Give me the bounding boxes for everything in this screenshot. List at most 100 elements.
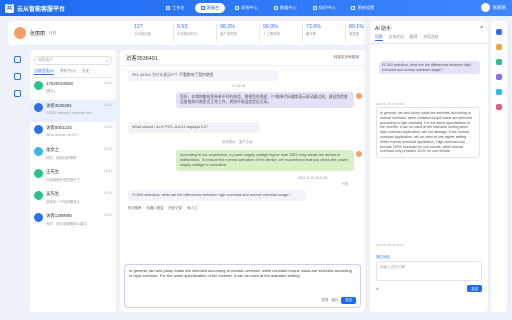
list-item[interactable]: 访客0001234 15:36 What should I do if P... xyxy=(30,122,116,144)
order-icon[interactable] xyxy=(496,44,502,50)
conv-time: 15:36 xyxy=(104,125,112,129)
ai-send-button[interactable]: 发送 xyxy=(467,285,482,292)
ai-question-time: 2023-11-15 15:41:58 xyxy=(376,102,404,106)
favorite-icon[interactable] xyxy=(496,104,502,110)
nav-data[interactable]: 数据中心 xyxy=(268,3,303,13)
conv-preview: 已经按照你说的操作了 xyxy=(46,178,80,182)
tab-current[interactable]: 当前会话(6) xyxy=(34,69,54,75)
transfer-button[interactable]: 转接至其他客服 xyxy=(334,55,359,60)
user-icon xyxy=(34,191,43,200)
ai-input-placeholder: 请输入您的问题 xyxy=(380,265,406,269)
conv-time: 15:41 xyxy=(104,81,112,85)
list-item[interactable]: 访客1289090 15:03 你好，请问变频器怎么调试 xyxy=(30,210,116,232)
ai-tabs: 回答 文本优化 翻译 对话总结 xyxy=(370,35,488,44)
conv-preview: 你好，请问变频器怎么调试 xyxy=(46,222,87,226)
search-icon[interactable]: ⌕ xyxy=(106,59,108,63)
avatar xyxy=(356,93,362,99)
nav-settings[interactable]: 系统设置 xyxy=(345,3,380,13)
search-placeholder: 搜索客户 xyxy=(38,58,54,62)
stat-label: 解决率 xyxy=(306,32,317,36)
nav-icon xyxy=(351,6,356,10)
send-button[interactable]: 发送 xyxy=(341,296,356,304)
agent-message: 您好，非常抱歉给您带来不好的体验。根据您的描述，F7故障代码通常表示驱动器过热，… xyxy=(176,92,354,108)
emoji-button[interactable]: 表情 xyxy=(322,298,329,303)
list-item[interactable]: 17520019928 15:41 [图片] xyxy=(30,78,116,100)
tab-translate[interactable]: 翻译 xyxy=(410,35,418,41)
chat-header: 访客3536491 转接至其他客服 xyxy=(120,50,365,66)
quick-chips: 知识推荐 机器人回复 历史记录 转人工 xyxy=(128,206,197,211)
stat-value: 98.2% xyxy=(220,24,235,30)
list-item[interactable]: 吴先生 15:18 我想问一下保修期多久 xyxy=(30,188,116,210)
message-time: 17:42:18 xyxy=(232,84,246,88)
user-icon xyxy=(34,103,43,112)
stat-item: 99.9% 人工服务率 xyxy=(260,24,303,42)
agent-bar: 张丽丽 在线 127 今日接待量 0.5S 平均响应时长 98.2% 客户满意度 99… xyxy=(8,21,389,45)
user-icon xyxy=(34,213,43,222)
nav-label: 工作台 xyxy=(172,5,185,10)
tab-summary[interactable]: 对话总结 xyxy=(423,35,438,41)
nav-label: 数据中心 xyxy=(279,5,297,10)
list-item[interactable]: 张女士 15:35 好的，谢谢你的帮助 xyxy=(30,144,116,166)
stats-row: 127 今日接待量 0.5S 平均响应时长 98.2% 客户满意度 99.9% 人工服务… xyxy=(131,24,389,42)
clear-chat-link[interactable]: 清空对话 xyxy=(376,254,390,259)
avatar[interactable] xyxy=(14,27,26,39)
nav-knowledge[interactable]: 知识中心 xyxy=(307,3,342,13)
conv-time: 15:21 xyxy=(104,169,112,173)
conv-preview: FC300 selection, what are the... xyxy=(46,111,94,115)
chip-knowledge[interactable]: 知识推荐 xyxy=(128,206,142,211)
note-icon[interactable] xyxy=(496,89,502,95)
conv-name: 访客3536491 xyxy=(46,103,72,108)
message-composer[interactable]: In general, fan and pump loads are selec… xyxy=(124,264,361,308)
conv-time: 15:03 xyxy=(104,213,112,217)
list-item[interactable]: 王先生 15:21 已经按照你说的操作了 xyxy=(30,166,116,188)
chip-robot[interactable]: 机器人回复 xyxy=(147,206,164,211)
conv-preview: What should I do if P... xyxy=(46,133,80,137)
conv-time: 15:41 xyxy=(104,103,112,107)
search-input[interactable]: 搜索客户 ⌕ xyxy=(34,56,112,65)
conv-preview: [图片] xyxy=(46,89,55,93)
close-icon[interactable]: × xyxy=(480,25,483,31)
image-button[interactable]: 图片 xyxy=(331,298,338,303)
chat-icon[interactable] xyxy=(13,56,21,63)
profile-icon[interactable] xyxy=(496,59,502,65)
history-icon[interactable] xyxy=(13,90,21,97)
stat-label: 人工服务率 xyxy=(263,32,280,36)
nav-workbench[interactable]: 工作台 xyxy=(160,3,191,13)
conv-name: 张女士 xyxy=(46,147,60,152)
robot-icon[interactable] xyxy=(496,29,502,35)
tab-answer[interactable]: 回答 xyxy=(375,35,383,41)
nav-icon xyxy=(166,6,170,10)
nav-label: 质检中心 xyxy=(241,5,258,10)
nav-service[interactable]: 客服台 xyxy=(194,3,226,13)
ai-answer[interactable]: In general, fan and pump loads are selec… xyxy=(376,107,480,159)
contacts-icon[interactable] xyxy=(13,73,21,80)
avatar xyxy=(480,3,490,12)
message-list: SFL-A1011 为什么显示F7？严重影响了我的使用 17:42:18 您好，… xyxy=(120,66,365,262)
tab-optimize[interactable]: 文本优化 xyxy=(389,35,404,41)
ai-title: AI 助手 xyxy=(375,25,392,32)
list-tabs: 当前会话(6) 排队中(2) 历史 xyxy=(34,69,112,78)
nav-label: 系统设置 xyxy=(357,5,375,10)
read-status: 已读 xyxy=(342,182,349,186)
tab-queue[interactable]: 排队中(2) xyxy=(60,69,76,75)
tab-history[interactable]: 历史 xyxy=(82,69,90,75)
ai-question: FC300 selection, what are the difference… xyxy=(379,61,480,75)
agent-status[interactable]: 在线 xyxy=(49,31,56,36)
chat-panel: 访客3536491 转接至其他客服 SFL-A1011 为什么显示F7？严重影响… xyxy=(120,50,365,312)
right-toolbar xyxy=(491,21,507,312)
user-icon xyxy=(34,81,43,90)
nav-quality[interactable]: 质检中心 xyxy=(229,3,264,13)
tag-icon[interactable] xyxy=(496,74,502,80)
ai-input[interactable]: 请输入您的问题 xyxy=(376,261,482,281)
nav-icon xyxy=(273,6,278,10)
agent-name: 张丽丽 xyxy=(30,30,46,37)
conv-preview: 我想问一下保修期多久 xyxy=(46,200,80,204)
chip-transfer[interactable]: 转人工 xyxy=(187,206,197,211)
stat-value: 127 xyxy=(134,24,143,30)
chip-history[interactable]: 历史记录 xyxy=(169,206,183,211)
attach-icon[interactable]: ⊕ xyxy=(376,287,379,291)
list-item[interactable]: 访客3536491 15:41 FC300 selection, what are … xyxy=(30,100,116,122)
nav-icon xyxy=(200,6,205,10)
customer-message: What should I do if P37L-A1011 displays … xyxy=(128,122,260,133)
top-user[interactable]: 张丽丽 xyxy=(480,3,506,12)
